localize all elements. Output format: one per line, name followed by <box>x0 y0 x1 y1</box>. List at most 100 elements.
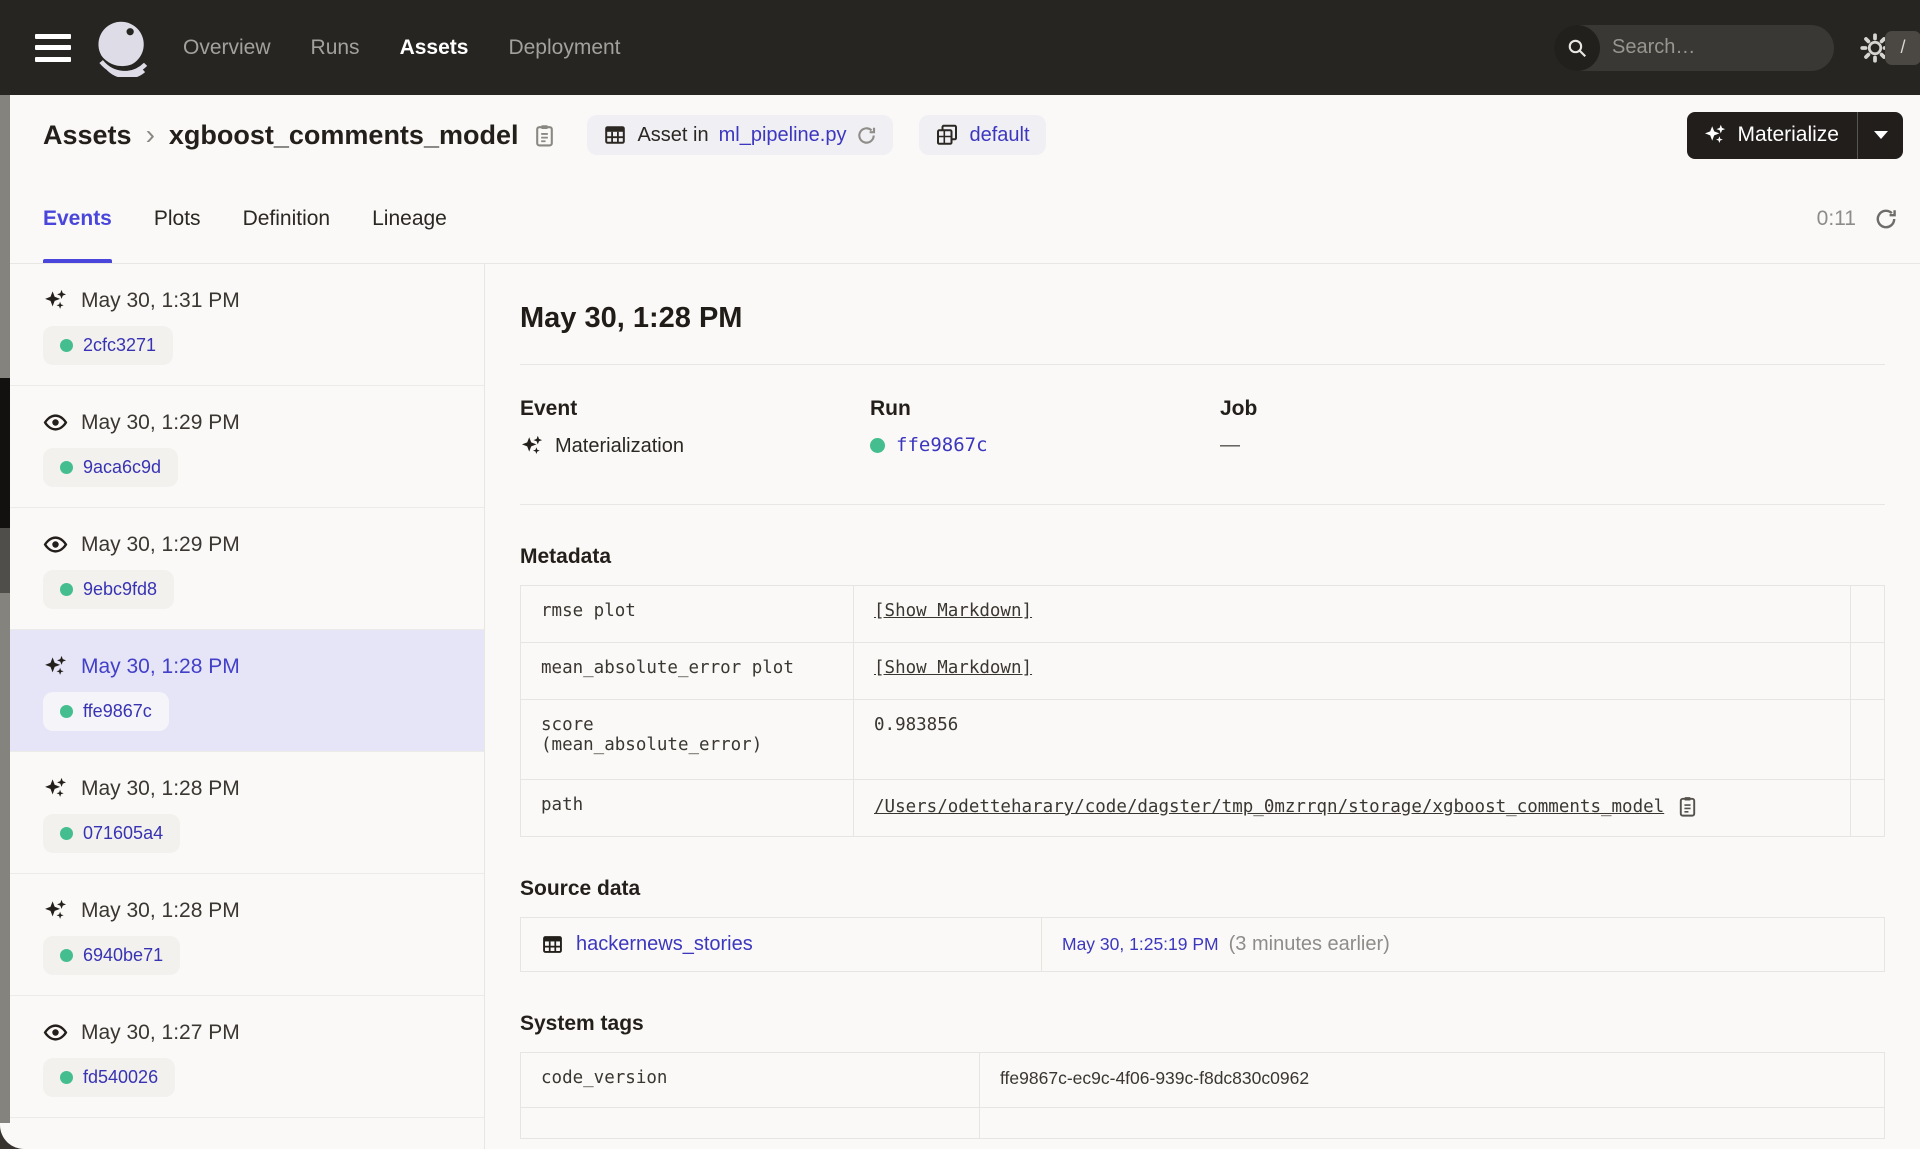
upstream-asset-link[interactable]: hackernews_stories <box>576 933 753 956</box>
primary-nav: Overview Runs Assets Deployment <box>183 36 621 60</box>
run-id-link[interactable]: 9ebc9fd8 <box>83 579 157 600</box>
tag-key: code_version <box>520 1052 980 1108</box>
spacer-cell <box>1850 779 1885 837</box>
search-shortcut-key: / <box>1885 30 1920 65</box>
metadata-key: path <box>520 779 854 837</box>
event-time: May 30, 1:27 PM <box>81 1020 240 1044</box>
source-timestamp-link[interactable]: May 30, 1:25:19 PM <box>1062 934 1219 954</box>
run-id-pill[interactable]: fd540026 <box>43 1058 176 1097</box>
event-row[interactable]: May 30, 1:28 PM 071605a4 <box>10 752 484 874</box>
materialize-button[interactable]: Materialize <box>1687 111 1857 159</box>
run-id-pill[interactable]: 9ebc9fd8 <box>43 570 175 609</box>
event-label: Event <box>520 397 578 420</box>
search-bar[interactable]: / <box>1554 24 1920 71</box>
refresh-icon[interactable] <box>1874 207 1898 231</box>
run-id-link[interactable]: 6940be71 <box>83 945 163 966</box>
run-id-link[interactable]: ffe9867c <box>896 434 988 456</box>
path-link[interactable]: /Users/odetteharary/code/dagster/tmp_0mz… <box>874 797 1664 817</box>
run-id-pill[interactable]: ffe9867c <box>43 692 169 731</box>
event-time: May 30, 1:28 PM <box>81 898 240 922</box>
metadata-heading: Metadata <box>520 545 612 568</box>
event-detail-pane: May 30, 1:28 PM Event Materialization Ru… <box>486 264 1920 1149</box>
breadcrumb-assets-link[interactable]: Assets <box>43 120 132 151</box>
run-id-pill[interactable]: 6940be71 <box>43 936 181 975</box>
divider <box>520 504 1885 505</box>
dagster-logo[interactable] <box>93 19 151 77</box>
materialization-sparkle-icon <box>43 898 68 923</box>
table-row: mean_absolute_error plot [Show Markdown] <box>520 642 1885 700</box>
run-status-dot <box>60 339 73 352</box>
materialization-sparkle-icon <box>43 776 68 801</box>
run-id-link[interactable]: 9aca6c9d <box>83 457 161 478</box>
tab-lineage[interactable]: Lineage <box>372 175 447 263</box>
tab-definition[interactable]: Definition <box>243 175 331 263</box>
table-row: rmse plot [Show Markdown] <box>520 585 1885 643</box>
materialization-sparkle-icon <box>43 288 68 313</box>
run-id-link[interactable]: 071605a4 <box>83 823 163 844</box>
run-id-pill[interactable]: 2cfc3271 <box>43 326 174 365</box>
event-row[interactable]: May 30, 1:29 PM 9ebc9fd8 <box>10 508 484 630</box>
metadata-key: score (mean_absolute_error) <box>520 699 854 780</box>
run-id-link[interactable]: ffe9867c <box>83 701 152 722</box>
copy-path-icon[interactable] <box>1676 795 1699 818</box>
event-row[interactable]: May 30, 1:28 PM 6940be71 <box>10 874 484 996</box>
tag-value <box>979 1107 1885 1139</box>
job-value: — <box>1220 434 1240 456</box>
tab-plots[interactable]: Plots <box>154 175 201 263</box>
event-time: May 30, 1:29 PM <box>81 410 240 434</box>
table-row-cutoff <box>520 1107 1885 1139</box>
event-row[interactable]: May 30, 1:27 PM fd540026 <box>10 996 484 1118</box>
event-list: May 30, 1:31 PM 2cfc3271 May 30, 1:29 PM… <box>10 264 485 1149</box>
metadata-value: 0.983856 <box>853 699 1851 780</box>
run-id-link[interactable]: 2cfc3271 <box>83 335 156 356</box>
chevron-down-icon <box>1873 131 1888 139</box>
repository-name-link[interactable]: default <box>969 124 1029 147</box>
tag-value: ffe9867c-ec9c-4f06-939c-f8dc830c0962 <box>979 1052 1885 1108</box>
reload-code-location-icon[interactable] <box>856 125 877 146</box>
event-row-selected[interactable]: May 30, 1:28 PM ffe9867c <box>10 630 484 752</box>
divider <box>520 364 1885 365</box>
nav-overview[interactable]: Overview <box>183 36 271 60</box>
metadata-table: rmse plot [Show Markdown] mean_absolute_… <box>520 585 1885 837</box>
metadata-key: mean_absolute_error plot <box>520 642 854 700</box>
materialize-dropdown-button[interactable] <box>1857 111 1903 159</box>
nav-assets[interactable]: Assets <box>400 36 469 60</box>
show-markdown-link[interactable]: [Show Markdown] <box>874 658 1032 678</box>
breadcrumb-separator: › <box>145 119 155 150</box>
system-tags-table: code_version ffe9867c-ec9c-4f06-939c-f8d… <box>520 1052 1885 1139</box>
table-row: code_version ffe9867c-ec9c-4f06-939c-f8d… <box>520 1052 1885 1108</box>
run-status-dot <box>870 437 885 453</box>
table-row: score (mean_absolute_error) 0.983856 <box>520 699 1885 780</box>
repository-badge[interactable]: default <box>919 115 1046 155</box>
code-location-prefix: Asset in <box>637 123 709 146</box>
navbar-right: / <box>1554 24 1920 71</box>
code-location-badge[interactable]: Asset in ml_pipeline.py <box>587 115 894 155</box>
repository-icon <box>935 123 959 147</box>
event-time: May 30, 1:31 PM <box>81 288 240 312</box>
nav-runs[interactable]: Runs <box>311 36 360 60</box>
show-markdown-link[interactable]: [Show Markdown] <box>874 601 1032 621</box>
run-status-dot <box>60 461 73 474</box>
event-time: May 30, 1:28 PM <box>81 654 240 678</box>
event-row[interactable]: May 30, 1:29 PM 9aca6c9d <box>10 386 484 508</box>
spacer-cell <box>1850 585 1885 643</box>
hamburger-menu-icon[interactable] <box>35 33 71 62</box>
run-id-pill[interactable]: 9aca6c9d <box>43 448 179 487</box>
tab-events[interactable]: Events <box>43 175 112 263</box>
copy-asset-name-icon[interactable] <box>532 123 557 148</box>
run-status-dot <box>60 949 73 962</box>
asset-table-icon <box>603 123 627 147</box>
run-id-pill[interactable]: 071605a4 <box>43 814 181 853</box>
search-input[interactable] <box>1600 36 1885 59</box>
run-id-link[interactable]: fd540026 <box>83 1067 158 1088</box>
code-location-file-link[interactable]: ml_pipeline.py <box>719 124 847 147</box>
window-edge-scrollbar <box>0 95 10 1123</box>
event-row[interactable]: May 30, 1:31 PM 2cfc3271 <box>10 264 484 386</box>
source-data-table: hackernews_stories May 30, 1:25:19 PM (3 … <box>520 917 1885 972</box>
spacer-cell <box>1850 699 1885 780</box>
materialize-label: Materialize <box>1737 123 1839 146</box>
spacer-cell <box>1850 642 1885 700</box>
tag-key <box>520 1107 980 1139</box>
observation-eye-icon <box>43 410 68 435</box>
nav-deployment[interactable]: Deployment <box>508 36 620 60</box>
